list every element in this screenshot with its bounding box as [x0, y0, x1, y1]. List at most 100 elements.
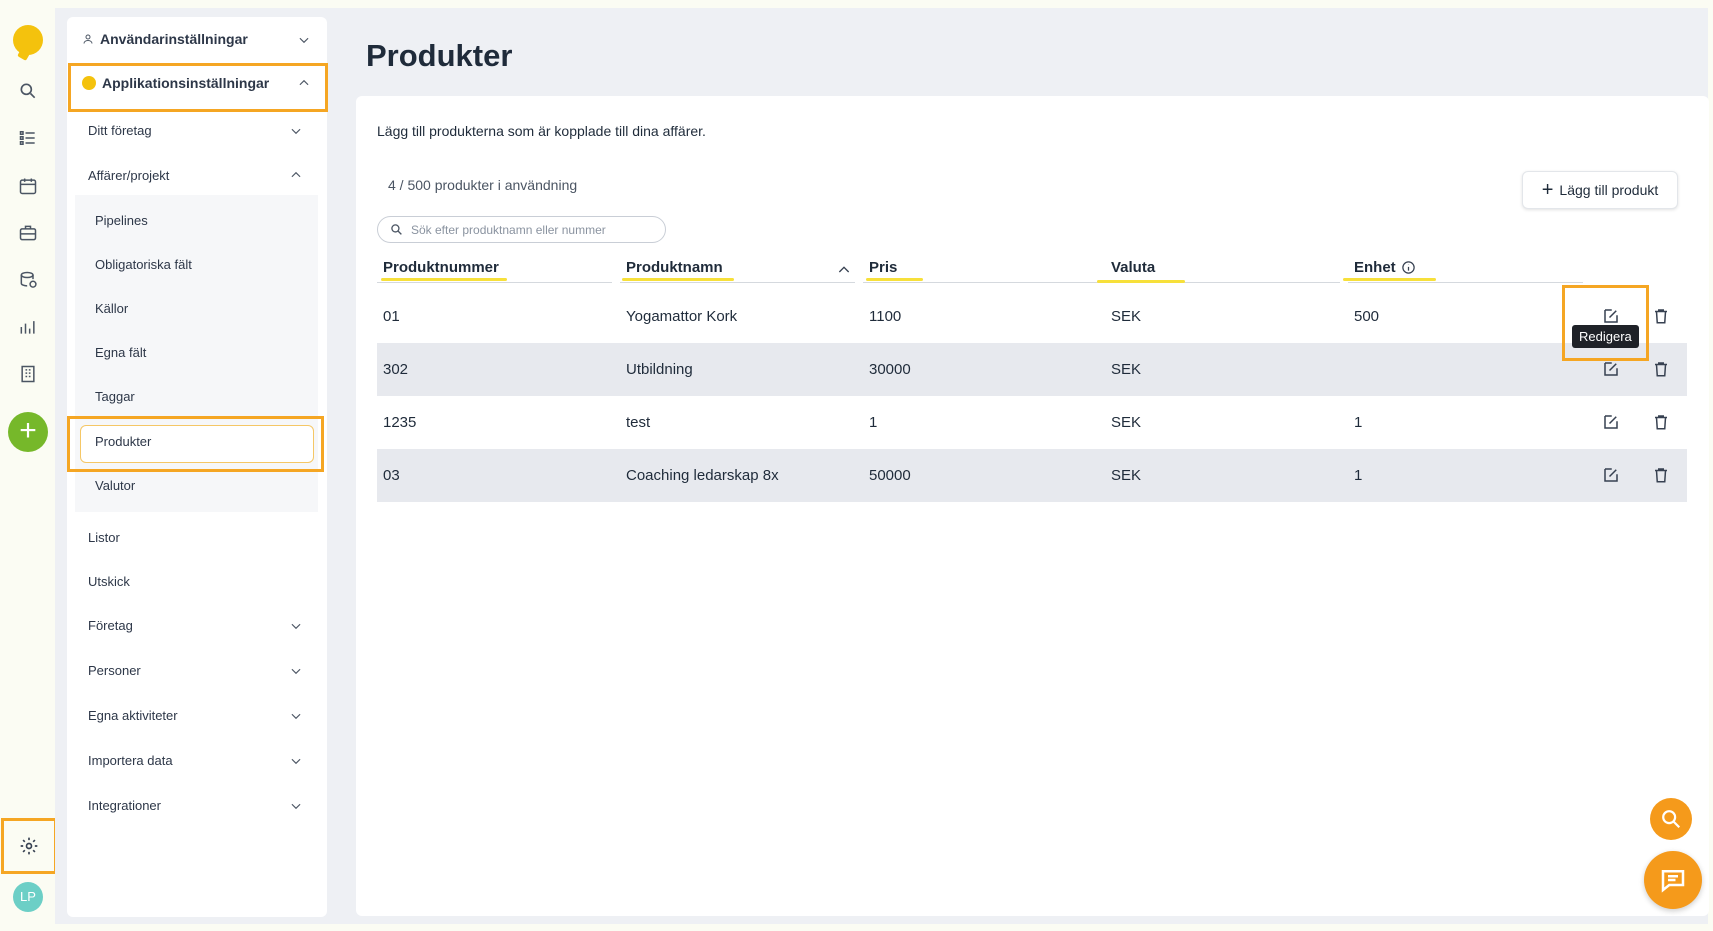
sidebar-item-listor[interactable]: Listor — [88, 530, 120, 545]
annotation-underline — [866, 278, 923, 281]
search-help-button[interactable] — [1650, 798, 1692, 840]
sidebar-item-taggar[interactable]: Taggar — [95, 389, 135, 404]
cell-pris: 1 — [869, 414, 878, 431]
edit-highlight — [1562, 285, 1649, 361]
table-row[interactable]: 03 Coaching ledarskap 8x 50000 SEK 1 — [377, 449, 1687, 502]
header-divider — [1348, 282, 1583, 283]
cell-produktnamn: Utbildning — [626, 361, 693, 378]
table-row[interactable]: 302 Utbildning 30000 SEK — [377, 343, 1687, 396]
add-product-button[interactable]: + Lägg till produkt — [1522, 171, 1678, 209]
search-input[interactable] — [411, 222, 651, 237]
cell-produktnamn: test — [626, 414, 651, 431]
edit-icon — [1604, 415, 1618, 429]
sidebar-item-obligatoriska-falt[interactable]: Obligatoriska fält — [95, 257, 192, 272]
user-settings-label: Användarinställningar — [100, 31, 248, 47]
delete-button[interactable] — [1649, 357, 1673, 381]
table-row[interactable]: 01 Yogamattor Kork 1100 SEK 500 — [377, 290, 1687, 343]
chart-icon[interactable] — [12, 311, 44, 343]
cell-produktnummer: 302 — [383, 361, 409, 378]
calendar-icon[interactable] — [12, 170, 44, 202]
chevron-down-icon[interactable] — [289, 754, 303, 768]
sidebar-item-importera-data[interactable]: Importera data — [88, 753, 173, 768]
cell-produktnummer: 1235 — [383, 414, 417, 431]
cell-pris: 50000 — [869, 467, 911, 484]
edit-icon — [1604, 468, 1618, 482]
chat-icon — [1661, 870, 1685, 893]
sidebar-item-egna-aktiviteter[interactable]: Egna aktiviteter — [88, 708, 178, 723]
cell-pris: 30000 — [869, 361, 911, 378]
chevron-down-icon[interactable] — [297, 33, 311, 47]
info-icon[interactable] — [1401, 260, 1416, 275]
sidebar-item-ditt-foretag[interactable]: Ditt företag — [88, 123, 152, 138]
chevron-down-icon[interactable] — [289, 619, 303, 633]
col-header-enhet-label: Enhet — [1354, 259, 1396, 276]
chevron-down-icon[interactable] — [289, 664, 303, 678]
settings-button[interactable] — [1, 818, 57, 874]
cell-produktnummer: 01 — [383, 308, 400, 325]
search-field[interactable] — [377, 216, 666, 243]
avatar[interactable]: LP — [13, 882, 43, 912]
logo-icon[interactable] — [13, 25, 43, 55]
col-header-pris[interactable]: Pris — [869, 259, 897, 276]
chevron-up-icon[interactable] — [297, 76, 311, 90]
sidebar-item-foretag[interactable]: Företag — [88, 618, 133, 633]
gear-icon — [20, 837, 38, 855]
sidebar-item-pipelines[interactable]: Pipelines — [95, 213, 148, 228]
list-icon[interactable] — [12, 122, 44, 154]
delete-button[interactable] — [1649, 410, 1673, 434]
page-title: Produkter — [366, 38, 513, 73]
sort-asc-icon[interactable] — [836, 262, 852, 278]
cell-enhet: 1 — [1354, 414, 1363, 431]
col-header-enhet[interactable]: Enhet — [1354, 259, 1416, 276]
trash-icon — [1655, 309, 1667, 324]
delete-button[interactable] — [1649, 463, 1673, 487]
search-icon — [391, 224, 402, 235]
search-icon[interactable] — [12, 75, 44, 107]
database-icon[interactable] — [12, 264, 44, 296]
add-product-label: Lägg till produkt — [1559, 182, 1659, 198]
edit-button[interactable] — [1599, 410, 1623, 434]
chevron-down-icon[interactable] — [289, 799, 303, 813]
annotation-underline — [622, 278, 734, 281]
sidebar-item-utskick[interactable]: Utskick — [88, 574, 130, 589]
add-new-button[interactable]: + — [8, 412, 48, 452]
app-logo-icon — [82, 76, 96, 90]
app-settings-label: Applikationsinställningar — [102, 75, 270, 91]
cell-produktnamn: Coaching ledarskap 8x — [626, 467, 779, 484]
annotation-underline — [381, 278, 507, 281]
trash-icon — [1655, 362, 1667, 377]
sidebar-item-integrationer[interactable]: Integrationer — [88, 798, 161, 813]
delete-button[interactable] — [1649, 304, 1673, 328]
col-header-valuta[interactable]: Valuta — [1111, 259, 1155, 276]
product-count: 4 / 500 produkter i användning — [388, 177, 578, 193]
cell-enhet: 500 — [1354, 308, 1380, 325]
sidebar-item-produkter[interactable]: Produkter — [95, 434, 151, 449]
sidebar-item-valutor[interactable]: Valutor — [95, 478, 135, 493]
edit-button[interactable] — [1599, 463, 1623, 487]
user-settings-toggle[interactable]: Användarinställningar — [82, 31, 248, 47]
sidebar-item-egna-falt[interactable]: Egna fält — [95, 345, 146, 360]
chevron-up-icon[interactable] — [289, 168, 303, 182]
col-header-produktnamn[interactable]: Produktnamn — [626, 259, 723, 276]
sidebar-item-personer[interactable]: Personer — [88, 663, 141, 678]
trash-icon — [1655, 468, 1667, 483]
building-icon[interactable] — [12, 358, 44, 390]
sidebar-item-affarer-projekt[interactable]: Affärer/projekt — [88, 168, 169, 183]
app-settings-toggle[interactable]: Applikationsinställningar — [82, 75, 269, 91]
header-divider — [620, 282, 855, 283]
chat-button[interactable] — [1644, 851, 1702, 909]
briefcase-icon[interactable] — [12, 217, 44, 249]
header-divider — [377, 282, 612, 283]
table-row[interactable]: 1235 test 1 SEK 1 — [377, 396, 1687, 449]
search-icon — [1662, 810, 1681, 829]
annotation-underline — [1097, 280, 1185, 283]
chevron-down-icon[interactable] — [289, 709, 303, 723]
page-description: Lägg till produkterna som är kopplade ti… — [377, 123, 706, 139]
sidebar-item-kallor[interactable]: Källor — [95, 301, 128, 316]
tooltip: Redigera — [1572, 325, 1639, 348]
cell-produktnummer: 03 — [383, 467, 400, 484]
trash-icon — [1655, 415, 1667, 430]
chevron-down-icon[interactable] — [289, 124, 303, 138]
annotation-underline — [1343, 278, 1436, 281]
col-header-produktnummer[interactable]: Produktnummer — [383, 259, 499, 276]
